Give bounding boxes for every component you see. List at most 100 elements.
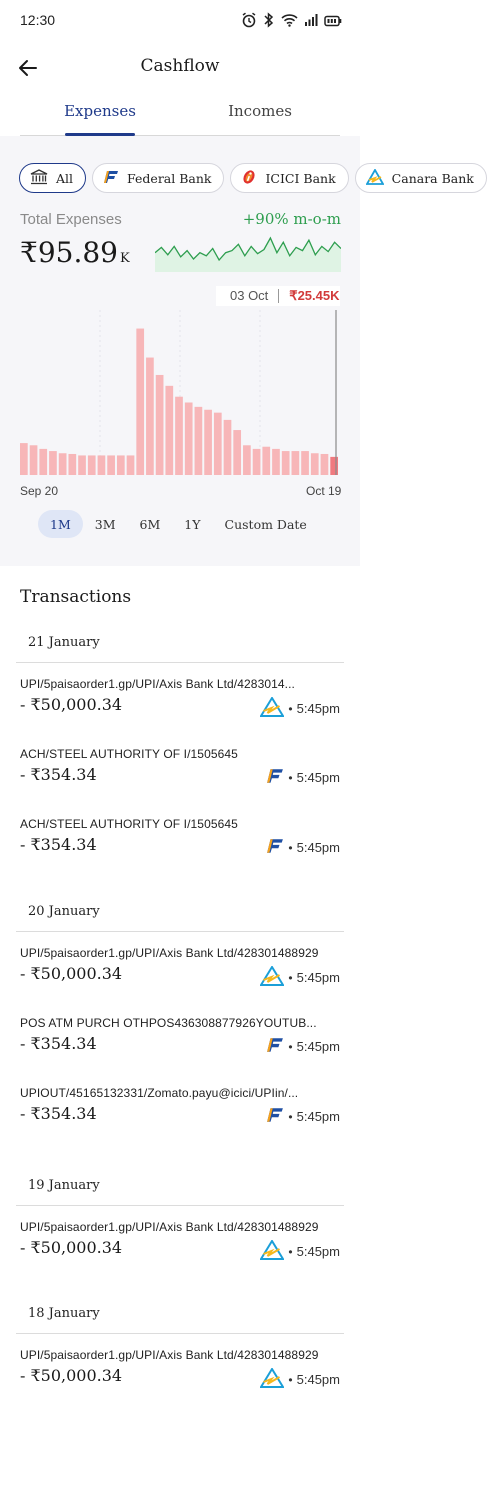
range-1y[interactable]: 1Y (172, 510, 212, 538)
separator-dot: • (288, 840, 293, 855)
total-expenses-label: Total Expenses (20, 211, 122, 228)
separator-dot: • (288, 1039, 293, 1054)
range-custom-date[interactable]: Custom Date (213, 510, 319, 538)
chart-bar[interactable] (213, 412, 222, 475)
bank-chip-all[interactable]: All (19, 163, 87, 193)
chart-bar[interactable] (291, 451, 300, 475)
chart-bar[interactable] (146, 357, 154, 475)
signal-icon (304, 13, 318, 32)
chart-bar[interactable] (320, 453, 329, 475)
battery-icon (324, 14, 342, 32)
transaction-description: UPIOUT/45165132331/Zomato.payu@icici/UPI… (20, 1086, 299, 1100)
chart-bar[interactable] (126, 455, 135, 475)
chart-bar[interactable] (136, 328, 145, 475)
transaction-row[interactable]: POS ATM PURCH OTHPOS436308877926YOUTUB..… (20, 1016, 340, 1076)
canara-bank-logo (365, 167, 385, 188)
transaction-meta: • 5:45pm (259, 1239, 340, 1263)
transaction-row[interactable]: UPIOUT/45165132331/Zomato.payu@icici/UPI… (20, 1086, 340, 1146)
chart-bar[interactable] (252, 448, 261, 475)
chart-bar[interactable] (68, 453, 77, 475)
chart-bar[interactable] (204, 409, 212, 475)
transaction-row[interactable]: UPI/5paisaorder1.gp/UPI/Axis Bank Ltd/42… (20, 946, 340, 1006)
federal-bank-logo (103, 169, 119, 188)
expense-sparkline (155, 236, 341, 272)
range-6m[interactable]: 6M (128, 510, 173, 538)
bank-chip-canara[interactable]: Canara Bank (354, 163, 487, 193)
chart-bar[interactable] (97, 455, 106, 475)
separator-dot: • (288, 770, 293, 785)
status-bar: 12:30 (0, 0, 360, 40)
expense-bar-chart[interactable] (20, 310, 340, 475)
chart-bar[interactable] (49, 451, 57, 475)
chart-bar[interactable] (107, 455, 115, 475)
transaction-row[interactable]: UPI/5paisaorder1.gp/UPI/Axis Bank Ltd/42… (20, 1220, 340, 1280)
transaction-amount: - ₹354.34 (20, 1104, 97, 1123)
bank-building-icon (30, 168, 48, 188)
transaction-amount: - ₹354.34 (20, 1034, 97, 1053)
chart-bar[interactable] (223, 419, 232, 475)
canara-bank-logo (259, 965, 286, 989)
range-1m[interactable]: 1M (38, 510, 83, 538)
chart-bar[interactable] (301, 451, 309, 475)
transaction-row[interactable]: UPI/5paisaorder1.gp/UPI/Axis Bank Ltd/42… (20, 1348, 340, 1408)
chart-bar[interactable] (262, 446, 271, 475)
chart-bar[interactable] (87, 455, 96, 475)
chart-bar[interactable] (243, 445, 251, 475)
date-group-header: 19 January (16, 1172, 344, 1206)
status-icons (241, 12, 342, 33)
chart-bar[interactable] (116, 455, 125, 475)
transaction-time: 5:45pm (296, 970, 340, 985)
transaction-meta: • 5:45pm (266, 767, 340, 788)
transaction-time: 5:45pm (296, 770, 340, 785)
total-expenses-amount: ₹95.89 K (20, 236, 130, 269)
chart-bar[interactable] (281, 451, 290, 475)
chart-bar[interactable] (39, 448, 48, 475)
chart-bar[interactable] (184, 402, 193, 476)
tab-expenses[interactable]: Expenses (20, 96, 180, 136)
separator-dot: • (288, 1244, 293, 1259)
chart-bar[interactable] (58, 453, 67, 475)
transaction-description: UPI/5paisaorder1.gp/UPI/Axis Bank Ltd/42… (20, 1348, 319, 1362)
bank-chip-label: Federal Bank (127, 170, 212, 186)
chart-bar[interactable] (165, 385, 174, 475)
federal-bank-logo (266, 767, 284, 788)
transaction-row[interactable]: UPI/5paisaorder1.gp/UPI/Axis Bank Ltd/42… (20, 677, 340, 737)
transaction-meta: • 5:45pm (259, 965, 340, 989)
page-title: Cashflow (140, 56, 220, 76)
bank-chip-icici[interactable]: ICICI Bank (230, 163, 349, 193)
federal-bank-logo (266, 1106, 284, 1127)
date-group-header: 21 January (16, 629, 344, 663)
chart-bar[interactable] (272, 448, 280, 475)
separator-dot: • (288, 1372, 293, 1387)
chart-bar[interactable] (78, 455, 86, 475)
transaction-meta: • 5:45pm (259, 1367, 340, 1391)
status-time: 12:30 (20, 12, 56, 28)
date-group-header: 20 January (16, 898, 344, 932)
range-3m[interactable]: 3M (83, 510, 128, 538)
alarm-icon (241, 12, 257, 33)
chart-bar[interactable] (233, 430, 242, 475)
chart-bar[interactable] (310, 453, 319, 475)
canara-bank-logo (259, 1239, 286, 1263)
transaction-amount: - ₹354.34 (20, 835, 97, 854)
chart-bar-selected[interactable] (330, 456, 338, 475)
chart-bar[interactable] (20, 443, 28, 475)
transaction-time: 5:45pm (296, 1244, 340, 1259)
tab-incomes[interactable]: Incomes (180, 96, 340, 135)
chart-bar[interactable] (29, 445, 38, 475)
transaction-description: UPI/5paisaorder1.gp/UPI/Axis Bank Ltd/42… (20, 946, 319, 960)
separator-dot: • (288, 970, 293, 985)
bank-chip-label: ICICI Bank (265, 170, 336, 186)
bank-chip-federal[interactable]: Federal Bank (92, 163, 225, 193)
transaction-time: 5:45pm (296, 840, 340, 855)
transaction-amount: - ₹50,000.34 (20, 1238, 123, 1257)
transaction-row[interactable]: ACH/STEEL AUTHORITY OF I/1505645 - ₹354.3… (20, 817, 340, 877)
tooltip-value: ₹25.45K (289, 288, 340, 303)
tooltip-date: 03 Oct (230, 289, 280, 303)
date-range-selector: 1M 3M 6M 1Y Custom Date (38, 510, 319, 538)
x-axis-start-label: Sep 20 (20, 484, 59, 498)
chart-bar[interactable] (155, 374, 164, 475)
chart-bar[interactable] (175, 396, 183, 475)
chart-bar[interactable] (194, 406, 203, 475)
transaction-row[interactable]: ACH/STEEL AUTHORITY OF I/1505645 - ₹354.3… (20, 747, 340, 807)
